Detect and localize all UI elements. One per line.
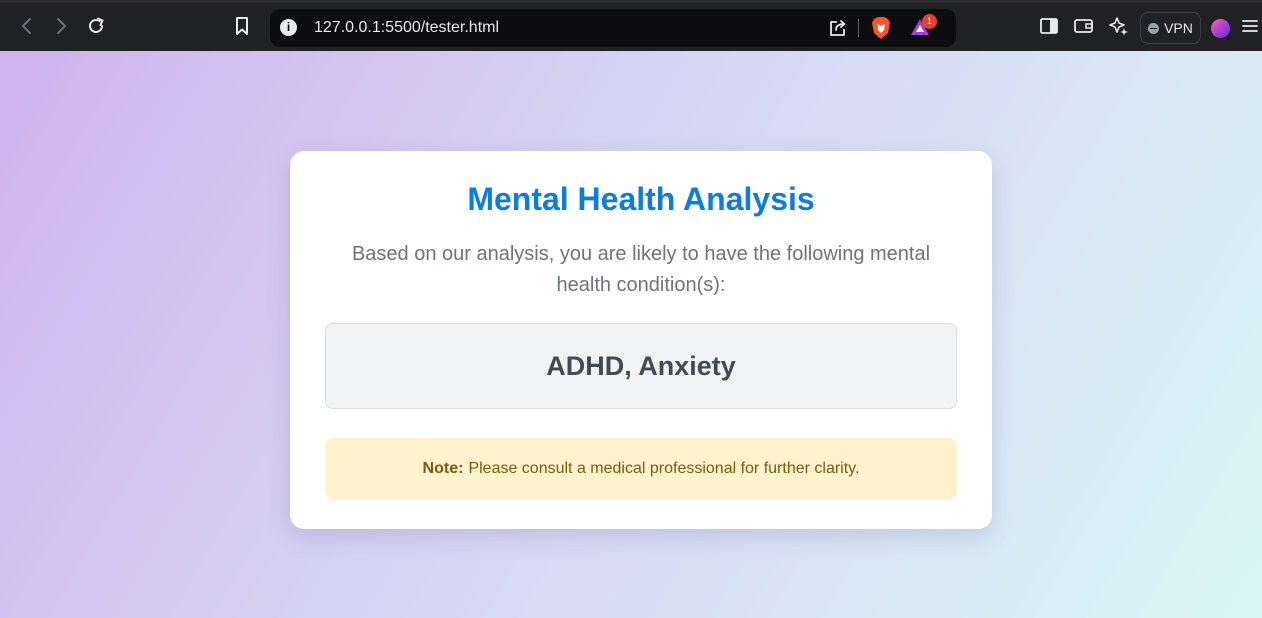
leo-ai-icon [1109,17,1128,36]
note-label: Note: [422,459,464,477]
back-icon [22,18,31,34]
note-text: Please consult a medical professional fo… [468,459,860,477]
result-conditions: ADHD, Anxiety [546,350,736,381]
profile-avatar[interactable] [1211,19,1230,38]
bookmark-icon [236,17,248,35]
url-divider [858,19,859,37]
bookmark-button[interactable] [227,11,257,41]
brave-shields-icon[interactable] [870,16,892,40]
vpn-button[interactable]: VPN [1140,12,1201,44]
page-title: Mental Health Analysis [467,181,815,217]
vpn-label: VPN [1164,20,1193,36]
wallet-icon [1074,19,1093,33]
menu-button[interactable] [1238,11,1262,41]
sidebar-button[interactable] [1034,11,1064,41]
note-box: Note: Please consult a medical professio… [325,438,957,499]
leo-ai-button[interactable] [1104,11,1134,41]
reload-icon [89,17,104,33]
page-viewport: Mental Health Analysis Based on our anal… [0,51,1262,618]
back-button[interactable] [12,11,42,41]
share-icon[interactable] [828,18,848,38]
vpn-icon [1148,22,1160,34]
url-text[interactable]: 127.0.0.1:5500/tester.html [314,19,499,37]
rewards-badge: 1 [922,14,937,29]
wallet-button[interactable] [1069,11,1099,41]
sidebar-icon [1040,18,1058,34]
forward-icon [57,18,66,34]
browser-toolbar: i 127.0.0.1:5500/tester.html 1 VPN [0,0,1262,51]
analysis-description: Based on our analysis, you are likely to… [351,243,931,296]
reload-button[interactable] [81,11,111,41]
result-box: ADHD, Anxiety [325,323,957,409]
result-card: Mental Health Analysis Based on our anal… [290,151,992,529]
menu-icon [1242,20,1258,32]
site-info-icon[interactable]: i [280,19,297,36]
address-bar[interactable]: i 127.0.0.1:5500/tester.html 1 [270,9,956,47]
forward-button[interactable] [46,11,76,41]
